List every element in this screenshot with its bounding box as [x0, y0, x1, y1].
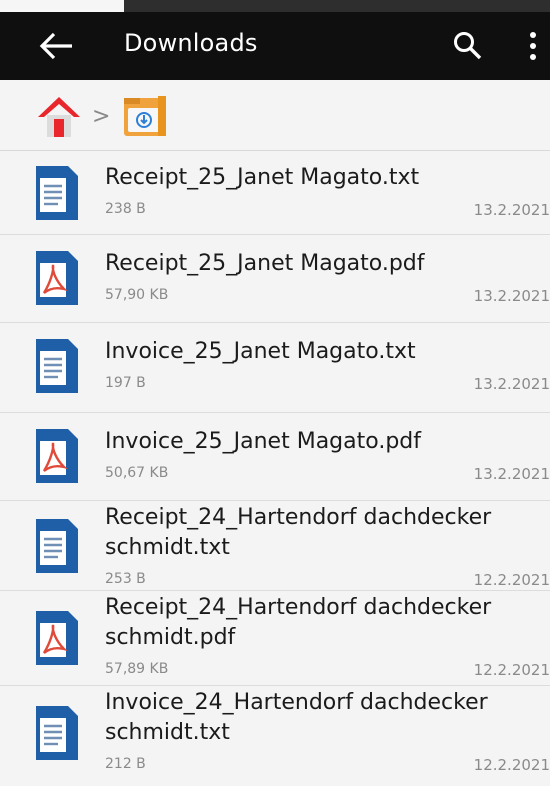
text-file-icon	[36, 519, 78, 573]
file-row[interactable]: Receipt_24_Hartendorf dachdecker schmidt…	[0, 501, 550, 591]
file-date: 13.2.2021	[473, 287, 550, 305]
file-name-line1: Receipt_24_Hartendorf dachdecker	[105, 505, 492, 530]
app-toolbar: Downloads	[0, 12, 550, 80]
back-button[interactable]	[38, 28, 78, 64]
file-size: 238 B	[105, 201, 146, 217]
overflow-menu-button[interactable]	[520, 30, 546, 62]
breadcrumb: >	[0, 80, 550, 151]
more-vertical-icon	[530, 32, 536, 60]
downloads-folder-icon	[124, 96, 166, 136]
file-name-line2: schmidt.pdf	[105, 625, 236, 650]
file-row[interactable]: Receipt_25_Janet Magato.txt 238 B 13.2.2…	[0, 151, 550, 235]
search-icon	[454, 32, 482, 60]
file-date: 12.2.2021	[473, 571, 550, 589]
file-name: Invoice_25_Janet Magato.pdf	[105, 429, 421, 454]
breadcrumb-downloads-folder[interactable]	[118, 90, 172, 140]
file-name-line2: schmidt.txt	[105, 720, 230, 745]
text-file-icon	[36, 166, 78, 220]
file-name: Receipt_25_Janet Magato.txt	[105, 165, 420, 190]
file-size: 212 B	[105, 756, 146, 772]
file-name: Receipt_25_Janet Magato.pdf	[105, 251, 425, 276]
file-name-line1: Receipt_24_Hartendorf dachdecker	[105, 595, 492, 620]
file-size: 57,89 KB	[105, 661, 169, 677]
home-icon	[38, 97, 80, 137]
file-size: 197 B	[105, 375, 146, 391]
file-size: 50,67 KB	[105, 465, 169, 481]
file-date: 12.2.2021	[473, 661, 550, 679]
page-title: Downloads	[124, 29, 258, 57]
file-row[interactable]: Invoice_25_Janet Magato.txt 197 B 13.2.2…	[0, 323, 550, 413]
pdf-file-icon	[36, 611, 78, 665]
text-file-icon	[36, 706, 78, 760]
file-date: 13.2.2021	[473, 465, 550, 483]
breadcrumb-home[interactable]	[36, 95, 82, 139]
file-size: 253 B	[105, 571, 146, 587]
file-date: 13.2.2021	[473, 201, 550, 219]
file-name: Invoice_25_Janet Magato.txt	[105, 339, 416, 364]
pdf-file-icon	[36, 429, 78, 483]
search-button[interactable]	[452, 30, 484, 62]
file-row[interactable]: Invoice_25_Janet Magato.pdf 50,67 KB 13.…	[0, 413, 550, 501]
text-file-icon	[36, 339, 78, 393]
file-row[interactable]: Receipt_24_Hartendorf dachdecker schmidt…	[0, 591, 550, 686]
file-size: 57,90 KB	[105, 287, 169, 303]
status-bar	[0, 0, 550, 12]
file-date: 13.2.2021	[473, 375, 550, 393]
arrow-left-icon	[39, 32, 72, 60]
file-name-line2: schmidt.txt	[105, 535, 230, 560]
file-row[interactable]: Receipt_25_Janet Magato.pdf 57,90 KB 13.…	[0, 235, 550, 323]
file-name-line1: Invoice_24_Hartendorf dachdecker	[105, 690, 488, 715]
pdf-file-icon	[36, 251, 78, 305]
breadcrumb-separator: >	[92, 104, 111, 129]
file-row[interactable]: Invoice_24_Hartendorf dachdecker schmidt…	[0, 686, 550, 786]
file-date: 12.2.2021	[473, 756, 550, 774]
